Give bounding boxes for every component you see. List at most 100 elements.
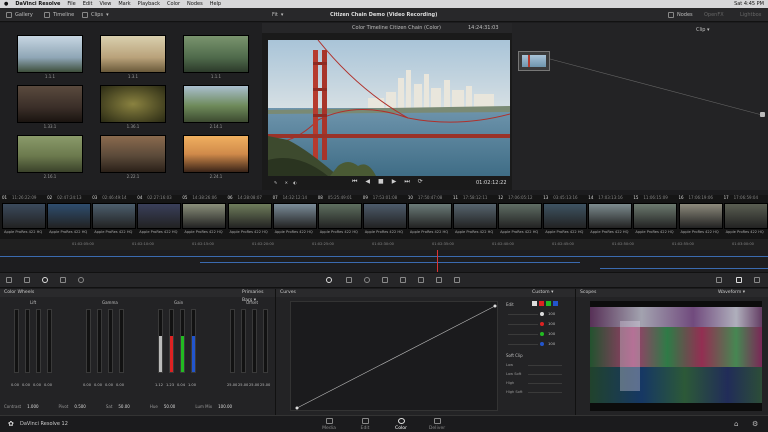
qualifier-icon[interactable] [346, 277, 352, 283]
clip-thumbnail[interactable] [543, 203, 588, 229]
primary-value[interactable]: 0.00 [116, 383, 124, 387]
intensity-value[interactable]: 100 [548, 321, 555, 326]
nodes-button[interactable]: Nodes [668, 8, 693, 22]
clip-thumbnail[interactable] [362, 203, 407, 229]
clip-thumbnail[interactable] [137, 203, 182, 229]
gallery-still[interactable] [183, 135, 249, 173]
clip-thumbnail[interactable] [407, 203, 452, 229]
clip-thumbnail[interactable] [453, 203, 497, 229]
sizing-icon[interactable] [436, 277, 442, 283]
primary-bar[interactable] [36, 309, 41, 373]
menu-color[interactable]: Color [167, 0, 180, 8]
menu-help[interactable]: Help [210, 0, 221, 8]
primary-bar[interactable] [97, 309, 102, 373]
stop-icon[interactable]: ■ [378, 178, 384, 186]
clip-thumbnail[interactable] [498, 203, 543, 229]
primary-bar[interactable] [108, 309, 113, 373]
clip-thumbnail[interactable] [723, 203, 768, 229]
primary-value[interactable]: 0.00 [94, 383, 102, 387]
audio-icon[interactable]: ◐ [293, 180, 297, 185]
color-wheels-icon[interactable] [42, 277, 48, 283]
primary-bar[interactable] [241, 309, 246, 373]
blur-icon[interactable] [400, 277, 406, 283]
primary-value[interactable]: 0.00 [11, 383, 19, 387]
intensity-value[interactable]: 100 [548, 311, 555, 316]
page-color[interactable]: Color [386, 418, 416, 431]
page-deliver[interactable]: Deliver [422, 418, 452, 431]
menu-edit[interactable]: Edit [83, 0, 93, 8]
first-frame-icon[interactable]: ⏮ [352, 178, 357, 186]
blue-channel-toggle[interactable] [553, 301, 558, 306]
apple-icon[interactable]: ● [4, 0, 8, 8]
lightbox-button[interactable]: Lightbox [740, 8, 762, 22]
page-edit[interactable]: Edit [350, 418, 380, 431]
node-editor-panel[interactable]: Clip ▾ [512, 23, 768, 190]
zoom-fit-select[interactable]: Fit ▾ [272, 8, 283, 22]
menu-playback[interactable]: Playback [138, 0, 160, 8]
primary-bar[interactable] [158, 309, 163, 373]
last-frame-icon[interactable]: ⏭ [404, 178, 409, 186]
clip-thumbnail[interactable] [678, 203, 723, 229]
gallery-still[interactable] [17, 135, 83, 173]
luma-channel-toggle[interactable] [532, 301, 537, 306]
timeline-button[interactable]: Timeline [44, 8, 74, 22]
clip-thumbnail[interactable] [47, 203, 92, 229]
primary-value[interactable]: 1.23 [166, 383, 174, 387]
green-channel-toggle[interactable] [546, 301, 551, 306]
primary-bar[interactable] [47, 309, 52, 373]
menu-app-name[interactable]: DaVinci Resolve [15, 0, 60, 8]
primary-bar[interactable] [119, 309, 124, 373]
playhead[interactable] [437, 250, 438, 272]
home-icon[interactable]: ⌂ [734, 420, 738, 428]
primary-value[interactable]: 0.00 [33, 383, 41, 387]
primary-bar[interactable] [263, 309, 268, 373]
primary-bar[interactable] [169, 309, 174, 373]
video-frame[interactable] [268, 40, 510, 176]
viewer-timeline-label[interactable]: Color Timeline Citizen Chain (Color) [352, 23, 441, 33]
mini-timeline[interactable] [0, 250, 768, 272]
openfx-button[interactable]: OpenFX [704, 8, 724, 22]
wheel-footer-value[interactable]: 50.00 [118, 404, 129, 409]
menu-nodes[interactable]: Nodes [187, 0, 203, 8]
primary-value[interactable]: 25.00 [249, 383, 259, 387]
wheel-footer-value[interactable]: 50.00 [164, 404, 175, 409]
curves-mode-select[interactable]: Custom ▾ [532, 289, 553, 297]
primary-value[interactable]: 25.00 [238, 383, 248, 387]
primary-bar[interactable] [86, 309, 91, 373]
tracker-icon[interactable] [382, 277, 388, 283]
wheel-footer-value[interactable]: 100.00 [218, 404, 232, 409]
intensity-value[interactable]: 100 [548, 331, 555, 336]
scope-type-select[interactable]: Waveform ▾ [718, 289, 745, 297]
play-icon[interactable]: ▶ [392, 178, 397, 186]
curve-graph[interactable] [290, 301, 498, 411]
page-media[interactable]: Media [314, 418, 344, 431]
primary-bar[interactable] [180, 309, 185, 373]
wheel-footer-value[interactable]: 0.500 [74, 404, 85, 409]
info-icon[interactable] [716, 277, 722, 283]
stills-icon[interactable] [754, 277, 760, 283]
primary-value[interactable]: 0.00 [44, 383, 52, 387]
primary-value[interactable]: 25.00 [227, 383, 237, 387]
clip-thumbnail[interactable] [2, 203, 46, 229]
intensity-slider[interactable] [508, 344, 538, 345]
clip-thumbnail[interactable] [633, 203, 678, 229]
node-output[interactable] [760, 112, 765, 117]
primary-bar[interactable] [191, 309, 196, 373]
clip-thumbnail[interactable] [588, 203, 633, 229]
window-icon[interactable] [364, 277, 370, 283]
primary-value[interactable]: 0.04 [177, 383, 185, 387]
settings-icon[interactable]: ⚙ [752, 420, 758, 428]
red-channel-toggle[interactable] [539, 301, 544, 306]
wheel-footer-value[interactable]: 1.000 [27, 404, 38, 409]
clips-button[interactable]: Clips ▾ [82, 8, 109, 22]
gallery-still[interactable] [100, 135, 166, 173]
loop-icon[interactable]: ⟳ [418, 178, 423, 186]
step-back-icon[interactable]: ◀ [365, 178, 370, 186]
soft-clip-slider[interactable] [528, 383, 562, 384]
clip-thumbnail[interactable] [92, 203, 137, 229]
menu-file[interactable]: File [67, 0, 75, 8]
pen-icon[interactable]: ✎ [274, 180, 277, 185]
primary-bar[interactable] [14, 309, 19, 373]
soft-clip-slider[interactable] [528, 374, 562, 375]
timeline-ruler[interactable]: 01:02:05:00 01:02:10:00 01:02:15:00 01:02:2… [0, 239, 768, 250]
